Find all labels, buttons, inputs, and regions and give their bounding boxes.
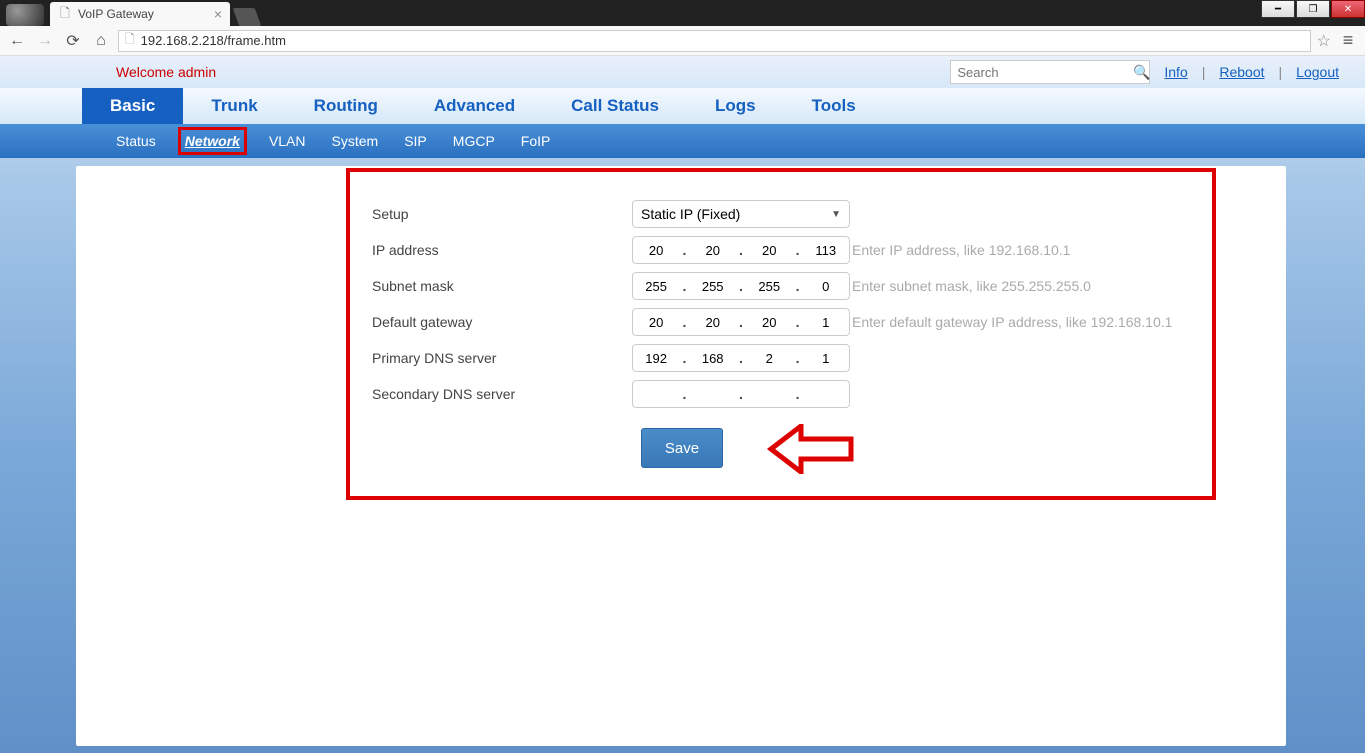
ip-input[interactable]: . . . [632,236,850,264]
subnav-system[interactable]: System [328,130,383,152]
gw-octet-4[interactable] [806,315,846,330]
tab-close-icon[interactable]: × [214,6,222,22]
dns2-octet-4[interactable] [806,387,846,402]
dns2-input[interactable]: . . . [632,380,850,408]
bookmark-star-icon[interactable]: ☆ [1317,31,1331,51]
app-icon [6,4,44,26]
subnav-vlan[interactable]: VLAN [265,130,310,152]
dns1-octet-1[interactable] [636,351,676,366]
logout-link[interactable]: Logout [1296,64,1339,80]
ip-hint: Enter IP address, like 192.168.10.1 [852,242,1070,258]
nav-routing[interactable]: Routing [286,88,406,124]
subnav-sip[interactable]: SIP [400,130,431,152]
mask-label: Subnet mask [372,278,632,294]
ip-octet-4[interactable] [806,243,846,258]
info-link[interactable]: Info [1164,64,1187,80]
dns1-input[interactable]: . . . [632,344,850,372]
back-button[interactable]: ← [6,30,28,52]
nav-trunk[interactable]: Trunk [183,88,285,124]
mask-hint: Enter subnet mask, like 255.255.255.0 [852,278,1091,294]
reload-button[interactable]: ⟳ [62,30,84,52]
new-tab-button[interactable] [233,8,262,26]
nav-logs[interactable]: Logs [687,88,784,124]
gw-octet-1[interactable] [636,315,676,330]
welcome-text: Welcome admin [116,64,216,80]
tab-strip: 🗋 VoIP Gateway × [0,0,1365,26]
browser-toolbar: ← → ⟳ ⌂ 🗋 192.168.2.218/frame.htm ☆ ≡ [0,26,1365,56]
save-label: Save [665,440,699,457]
separator: | [1202,64,1206,80]
search-input[interactable] [957,65,1133,80]
mask-octet-2[interactable] [693,279,733,294]
separator: | [1279,64,1283,80]
setup-select[interactable]: Static IP (Fixed) ▼ [632,200,850,228]
page-header: Welcome admin 🔍 Info | Reboot | Logout [0,56,1365,88]
url-text: 192.168.2.218/frame.htm [141,33,286,48]
ip-octet-3[interactable] [749,243,789,258]
dns2-label: Secondary DNS server [372,386,632,402]
chevron-down-icon: ▼ [831,209,841,220]
dns2-octet-3[interactable] [749,387,789,402]
gw-octet-3[interactable] [749,315,789,330]
dns1-octet-4[interactable] [806,351,846,366]
gw-octet-2[interactable] [693,315,733,330]
tab-title: VoIP Gateway [78,7,214,21]
page-favicon-icon: 🗋 [58,4,72,25]
browser-menu-button[interactable]: ≡ [1337,30,1359,51]
mask-octet-3[interactable] [749,279,789,294]
subnav-foip[interactable]: FoIP [517,130,555,152]
search-box[interactable]: 🔍 [950,60,1150,84]
dns1-label: Primary DNS server [372,350,632,366]
home-button[interactable]: ⌂ [90,30,112,52]
subnav-status[interactable]: Status [112,130,160,152]
subnav-network[interactable]: Network [178,127,247,155]
gw-hint: Enter default gateway IP address, like 1… [852,314,1172,330]
main-nav: Basic Trunk Routing Advanced Call Status… [0,88,1365,124]
dns1-octet-2[interactable] [693,351,733,366]
dns1-octet-3[interactable] [749,351,789,366]
content-panel: Setup Static IP (Fixed) ▼ IP address . .… [76,166,1286,746]
browser-tab[interactable]: 🗋 VoIP Gateway × [50,2,230,26]
sub-nav: Status Network VLAN System SIP MGCP FoIP [0,124,1365,158]
dns2-octet-2[interactable] [693,387,733,402]
network-form: Setup Static IP (Fixed) ▼ IP address . .… [372,196,1192,412]
ip-label: IP address [372,242,632,258]
minimize-button[interactable]: ━ [1261,0,1295,18]
forward-button[interactable]: → [34,30,56,52]
maximize-button[interactable]: ❐ [1296,0,1330,18]
reboot-link[interactable]: Reboot [1219,64,1264,80]
nav-tools[interactable]: Tools [784,88,884,124]
subnav-mgcp[interactable]: MGCP [449,130,499,152]
dns2-octet-1[interactable] [636,387,676,402]
nav-call-status[interactable]: Call Status [543,88,687,124]
save-button[interactable]: Save [641,428,723,468]
url-bar[interactable]: 🗋 192.168.2.218/frame.htm [118,30,1311,52]
mask-input[interactable]: . . . [632,272,850,300]
gw-label: Default gateway [372,314,632,330]
setup-label: Setup [372,206,632,222]
mask-octet-4[interactable] [806,279,846,294]
setup-value: Static IP (Fixed) [641,206,740,222]
page-icon: 🗋 [125,30,135,51]
nav-basic[interactable]: Basic [82,88,183,124]
search-icon[interactable]: 🔍 [1133,64,1150,81]
nav-advanced[interactable]: Advanced [406,88,543,124]
gw-input[interactable]: . . . [632,308,850,336]
window-close-button[interactable]: ✕ [1331,0,1365,18]
mask-octet-1[interactable] [636,279,676,294]
ip-octet-1[interactable] [636,243,676,258]
page-body: Welcome admin 🔍 Info | Reboot | Logout B… [0,56,1365,753]
ip-octet-2[interactable] [693,243,733,258]
